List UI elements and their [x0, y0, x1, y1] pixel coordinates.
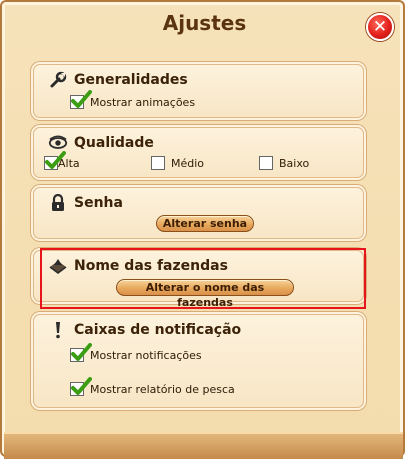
settings-window: Ajustes ✕ Generalidades Mostrar animaçõe… — [0, 0, 405, 459]
option-label: Mostrar animações — [90, 95, 196, 109]
option-show-notifications[interactable]: Mostrar notificações — [70, 343, 202, 362]
option-quality-medium[interactable]: Médio — [151, 156, 204, 170]
section-qualidade: Qualidade Alta Médio Baixo — [33, 127, 364, 178]
exclamation-icon — [48, 321, 68, 339]
checkbox-quality-medium[interactable] — [151, 156, 165, 170]
checkbox-quality-high[interactable] — [44, 151, 66, 170]
option-show-animations[interactable]: Mostrar animações — [70, 90, 196, 109]
section-title: Caixas de notificação — [74, 322, 242, 338]
checkbox-show-notifications[interactable] — [70, 343, 92, 362]
option-label: Médio — [171, 156, 205, 170]
option-quality-low[interactable]: Baixo — [259, 156, 309, 170]
change-password-button[interactable]: Alterar senha — [156, 215, 254, 232]
option-label: Mostrar notificações — [90, 348, 202, 362]
section-senha: Senha Alterar senha — [33, 187, 364, 239]
option-label: Mostrar relatório de pesca — [90, 382, 235, 396]
eye-icon — [48, 134, 68, 152]
bottom-bar — [4, 432, 403, 459]
wrench-icon — [48, 71, 68, 89]
section-generalidades: Generalidades Mostrar animações — [33, 64, 364, 118]
checkbox-show-fishing-report[interactable] — [70, 377, 92, 396]
close-icon: ✕ — [372, 17, 388, 37]
lock-icon — [48, 194, 68, 212]
section-title: Generalidades — [74, 72, 188, 88]
option-label: Baixo — [279, 156, 310, 170]
option-show-fishing-report[interactable]: Mostrar relatório de pesca — [70, 377, 235, 396]
section-title: Senha — [74, 195, 123, 211]
section-notificacao: Caixas de notificação Mostrar notificaçõ… — [33, 314, 364, 408]
checkbox-show-animations[interactable] — [70, 90, 92, 109]
checkbox-quality-low[interactable] — [259, 156, 273, 170]
option-quality-high[interactable]: Alta — [44, 151, 80, 170]
section-title: Qualidade — [74, 135, 154, 151]
close-button[interactable]: ✕ — [366, 13, 394, 41]
window-title: Ajustes — [162, 11, 247, 35]
highlight-box — [40, 248, 366, 309]
